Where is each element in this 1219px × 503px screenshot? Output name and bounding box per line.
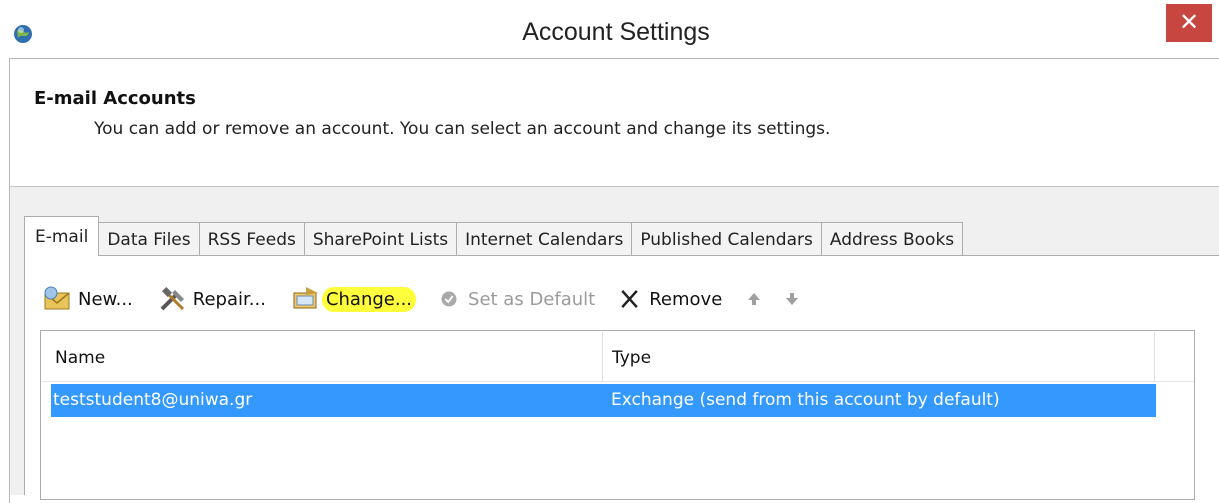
tab-published-calendars[interactable]: Published Calendars bbox=[631, 222, 822, 256]
window-title: Account Settings bbox=[522, 18, 710, 46]
repair-button[interactable]: Repair... bbox=[157, 285, 266, 313]
list-header: Name Type bbox=[42, 332, 1194, 382]
section-title: E-mail Accounts bbox=[34, 88, 196, 109]
section-description: You can add or remove an account. You ca… bbox=[94, 119, 831, 139]
repair-label: Repair... bbox=[192, 288, 266, 310]
move-up-icon[interactable] bbox=[746, 291, 762, 307]
tab-address-books[interactable]: Address Books bbox=[820, 222, 964, 256]
new-mail-icon bbox=[44, 286, 70, 310]
new-label: New... bbox=[78, 288, 133, 310]
account-type-cell: Exchange (send from this account by defa… bbox=[611, 390, 1000, 410]
move-down-icon[interactable] bbox=[784, 291, 800, 307]
tools-icon bbox=[160, 287, 184, 311]
table-row[interactable]: teststudent8@uniwa.gr Exchange (send fro… bbox=[51, 384, 1156, 417]
remove-button[interactable]: Remove bbox=[619, 285, 722, 313]
column-header-type[interactable]: Type bbox=[612, 348, 651, 368]
set-as-default-label: Set as Default bbox=[468, 288, 596, 310]
change-button[interactable]: Change... bbox=[290, 285, 417, 313]
change-account-icon bbox=[293, 287, 318, 309]
tab-email[interactable]: E-mail bbox=[24, 216, 100, 256]
tab-rss-feeds[interactable]: RSS Feeds bbox=[198, 222, 305, 256]
column-divider bbox=[1154, 332, 1155, 381]
remove-label: Remove bbox=[649, 288, 723, 310]
tab-internet-calendars[interactable]: Internet Calendars bbox=[456, 222, 633, 256]
checkmark-circle-icon bbox=[441, 291, 457, 307]
close-button[interactable]: ✕ bbox=[1166, 4, 1212, 42]
account-name-cell: teststudent8@uniwa.gr bbox=[53, 390, 253, 410]
tab-data-files[interactable]: Data Files bbox=[98, 222, 200, 256]
remove-x-icon bbox=[621, 290, 638, 308]
change-label: Change... bbox=[321, 286, 417, 312]
title-bar: Account Settings ✕ bbox=[0, 0, 1219, 58]
set-as-default-button[interactable]: Set as Default bbox=[440, 285, 595, 313]
toolbar: New... Repair... Change... Set as Defaul… bbox=[42, 282, 822, 316]
tab-bar: E-mail Data Files RSS Feeds SharePoint L… bbox=[24, 216, 964, 256]
accounts-list: Name Type teststudent8@uniwa.gr Exchange… bbox=[40, 330, 1195, 500]
column-divider bbox=[602, 332, 603, 381]
column-header-name[interactable]: Name bbox=[55, 348, 105, 368]
new-button[interactable]: New... bbox=[42, 285, 133, 313]
tab-sharepoint-lists[interactable]: SharePoint Lists bbox=[303, 222, 458, 256]
